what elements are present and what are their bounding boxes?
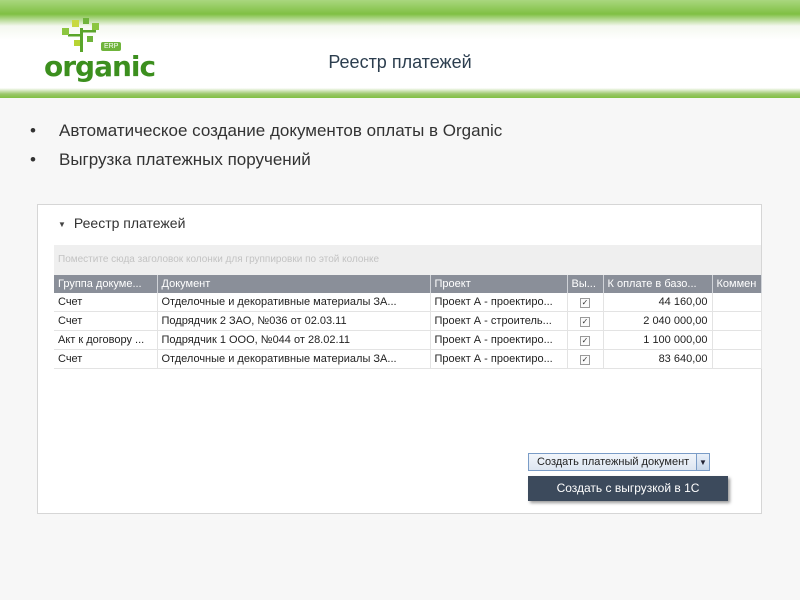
table-header-row: Группа докуме... Документ Проект Вы... К…: [54, 275, 762, 293]
column-header-select[interactable]: Вы...: [567, 275, 604, 293]
cell-amount: 2 040 000,00: [603, 311, 713, 331]
row-checkbox[interactable]: ✓: [580, 298, 590, 308]
row-checkbox[interactable]: ✓: [580, 317, 590, 327]
group-by-drop-area[interactable]: Поместите сюда заголовок колонки для гру…: [54, 245, 761, 275]
cell-group: Акт к договору ...: [54, 330, 158, 350]
column-header-group[interactable]: Группа докуме...: [54, 275, 158, 293]
cell-amount: 44 160,00: [603, 293, 713, 312]
bullet-list: Автоматическое создание документов оплат…: [30, 116, 502, 174]
cell-group: Счет: [54, 311, 158, 331]
chevron-down-icon[interactable]: ▼: [696, 453, 710, 471]
bullet-item: Автоматическое создание документов оплат…: [30, 116, 502, 145]
column-header-document[interactable]: Документ: [157, 275, 431, 293]
row-checkbox[interactable]: ✓: [580, 355, 590, 365]
column-header-amount[interactable]: К оплате в базо...: [603, 275, 713, 293]
table-row[interactable]: Счет Отделочные и декоративные материалы…: [54, 349, 762, 369]
cell-document: Отделочные и декоративные материалы ЗА..…: [157, 349, 431, 369]
payments-table: Группа докуме... Документ Проект Вы... К…: [54, 275, 762, 369]
create-button-label: Создать платежный документ: [537, 456, 690, 468]
menu-item-create-with-export[interactable]: Создать с выгрузкой в 1С: [528, 476, 728, 501]
cell-project: Проект А - проектиро...: [430, 293, 568, 312]
cell-document: Подрядчик 2 ЗАО, №036 от 02.03.11: [157, 311, 431, 331]
cell-select: ✓: [567, 349, 604, 369]
cell-comment: [712, 330, 762, 350]
cell-select: ✓: [567, 293, 604, 312]
collapse-triangle-icon[interactable]: ▼: [58, 220, 66, 229]
cell-document: Подрядчик 1 ООО, №044 от 28.02.11: [157, 330, 431, 350]
cell-document: Отделочные и декоративные материалы ЗА..…: [157, 293, 431, 312]
table-row[interactable]: Счет Подрядчик 2 ЗАО, №036 от 02.03.11 П…: [54, 311, 762, 331]
cell-select: ✓: [567, 330, 604, 350]
payments-registry-panel: ▼ Реестр платежей Поместите сюда заголово…: [37, 204, 762, 514]
column-header-project[interactable]: Проект: [430, 275, 568, 293]
header-banner: ERP organic Реестр платежей: [0, 0, 800, 98]
cell-group: Счет: [54, 293, 158, 312]
bullet-item: Выгрузка платежных поручений: [30, 145, 502, 174]
column-header-comment[interactable]: Коммен: [712, 275, 762, 293]
panel-header[interactable]: ▼ Реестр платежей: [58, 215, 185, 231]
cell-select: ✓: [567, 311, 604, 331]
table-row[interactable]: Акт к договору ... Подрядчик 1 ООО, №044…: [54, 330, 762, 350]
cell-project: Проект А - строитель...: [430, 311, 568, 331]
cell-amount: 83 640,00: [603, 349, 713, 369]
row-checkbox[interactable]: ✓: [580, 336, 590, 346]
panel-title: Реестр платежей: [73, 215, 186, 231]
cell-amount: 1 100 000,00: [603, 330, 713, 350]
cell-project: Проект А - проектиро...: [430, 349, 568, 369]
cell-project: Проект А - проектиро...: [430, 330, 568, 350]
cell-comment: [712, 349, 762, 369]
table-row[interactable]: Счет Отделочные и декоративные материалы…: [54, 293, 762, 312]
cell-group: Счет: [54, 349, 158, 369]
create-payment-document-button[interactable]: Создать платежный документ ▼: [528, 453, 710, 471]
cell-comment: [712, 293, 762, 312]
cell-comment: [712, 311, 762, 331]
page-title: Реестр платежей: [328, 52, 472, 72]
